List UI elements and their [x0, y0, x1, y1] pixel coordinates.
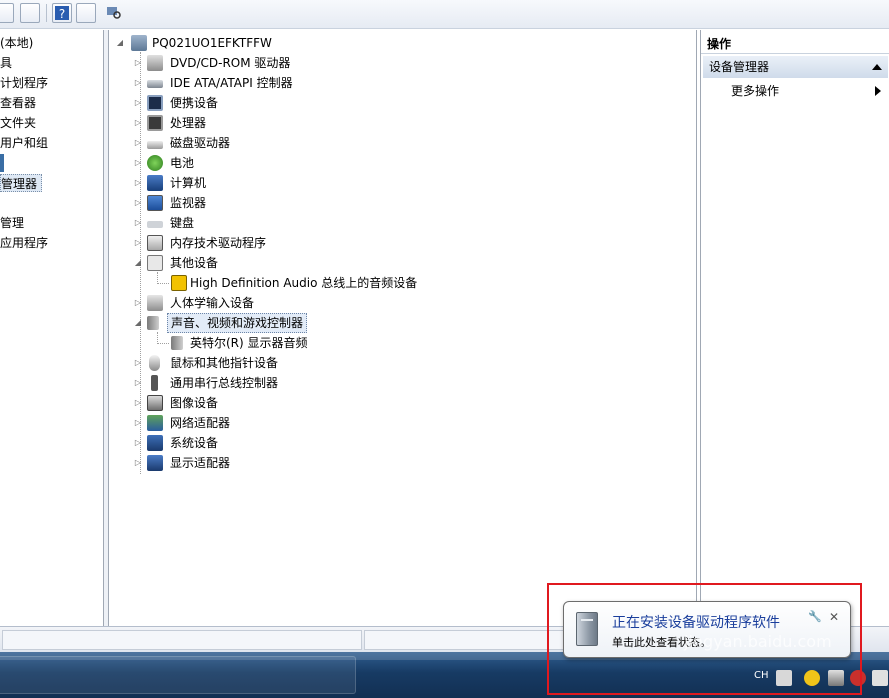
back-button[interactable]	[0, 3, 14, 23]
left-item-event-viewer[interactable]: 查看器	[0, 94, 36, 112]
expand-arrow-icon[interactable]: ▷	[133, 213, 143, 233]
computer-icon	[147, 175, 163, 191]
tree-node-label: 通用串行总线控制器	[170, 376, 279, 390]
tree-node-label: 监视器	[170, 196, 207, 210]
left-item-device-manager[interactable]: 管理器	[0, 174, 42, 192]
left-item-task-scheduler[interactable]: 计划程序	[0, 74, 48, 92]
expand-arrow-icon[interactable]: ▷	[133, 133, 143, 153]
properties-button[interactable]	[20, 3, 40, 23]
hid-icon	[147, 295, 163, 311]
keyboard-icon	[147, 221, 163, 228]
warning-device-icon	[171, 275, 187, 291]
processor-icon	[147, 115, 163, 131]
help-button[interactable]: ?	[52, 3, 72, 23]
collapse-arrow-icon[interactable]: ◢	[115, 33, 125, 53]
expand-arrow-icon[interactable]: ▷	[133, 53, 143, 73]
status-cell	[2, 630, 362, 650]
taskbar-app-button[interactable]	[0, 656, 356, 694]
left-item-disk-management[interactable]: 管理	[0, 214, 24, 232]
tree-node-label: 键盘	[170, 216, 195, 230]
expand-arrow-icon[interactable]: ▷	[133, 413, 143, 433]
speaker-icon	[171, 336, 183, 350]
tree-node-label: 鼠标和其他指针设备	[170, 356, 279, 370]
display-adapter-icon	[147, 455, 163, 471]
expand-arrow-icon[interactable]: ▷	[133, 73, 143, 93]
ide-controller-icon	[147, 80, 163, 88]
network-tray-icon[interactable]	[872, 670, 888, 686]
device-tree-pane: ◢ PQ021UO1EFKTFFW ▷ DVD/CD-ROM 驱动器 ▷ IDE…	[108, 30, 697, 626]
expand-arrow-icon[interactable]: ▷	[133, 433, 143, 453]
left-item-performance[interactable]	[0, 154, 4, 172]
computer-icon	[131, 35, 147, 51]
tree-node-label: 系统设备	[170, 436, 219, 450]
tree-node-label: 声音、视频和游戏控制器	[167, 313, 308, 333]
camera-icon	[147, 395, 163, 411]
mouse-icon	[149, 355, 160, 371]
scan-hardware-button[interactable]	[104, 3, 124, 23]
tree-node-label: 显示适配器	[170, 456, 231, 470]
collapse-arrow-icon[interactable]: ◢	[133, 313, 143, 333]
collapse-up-icon[interactable]	[872, 64, 882, 70]
highlight-box	[547, 583, 862, 695]
actions-pane: 操作 设备管理器 更多操作	[700, 30, 889, 626]
svg-text:?: ?	[59, 7, 65, 21]
console-tree-pane: (本地) 具 计划程序 查看器 文件夹 用户和组 管理器 管理 应用程序	[0, 30, 104, 626]
expand-arrow-icon[interactable]: ▷	[133, 173, 143, 193]
left-item-shared-folders[interactable]: 文件夹	[0, 114, 36, 132]
disk-drive-icon	[147, 141, 163, 149]
memory-icon	[147, 235, 163, 251]
tree-node-label: 英特尔(R) 显示器音频	[190, 336, 308, 350]
scan-hardware-icon	[107, 7, 121, 19]
tree-node-label: 便携设备	[170, 96, 219, 110]
tree-node-label: IDE ATA/ATAPI 控制器	[170, 76, 293, 90]
tree-guide	[157, 283, 169, 284]
collapse-arrow-icon[interactable]: ◢	[133, 253, 143, 273]
expand-arrow-icon[interactable]: ▷	[133, 373, 143, 393]
battery-icon	[147, 155, 163, 171]
help-icon: ?	[55, 6, 69, 21]
speaker-icon	[147, 316, 159, 330]
left-item-local[interactable]: (本地)	[0, 34, 33, 52]
portable-device-icon	[147, 95, 163, 111]
left-item-tools[interactable]: 具	[0, 54, 12, 72]
tree-node-label: 其他设备	[170, 256, 219, 270]
tree-root-label: PQ021UO1EFKTFFW	[152, 36, 272, 50]
expand-arrow-icon[interactable]: ▷	[133, 233, 143, 253]
actions-section-device-manager[interactable]: 设备管理器	[703, 56, 888, 78]
tree-node-label: 网络适配器	[170, 416, 231, 430]
tree-node-label: DVD/CD-ROM 驱动器	[170, 56, 291, 70]
tree-node-label: 计算机	[170, 176, 207, 190]
actions-section-label: 设备管理器	[709, 60, 770, 74]
toolbar: ?	[0, 0, 889, 29]
usb-icon	[151, 375, 158, 391]
tree-node-label: High Definition Audio 总线上的音频设备	[190, 276, 418, 290]
tree-node-label: 内存技术驱动程序	[170, 236, 267, 250]
more-actions-item[interactable]: 更多操作	[731, 82, 779, 100]
unknown-device-icon	[147, 255, 163, 271]
expand-arrow-icon[interactable]: ▷	[133, 153, 143, 173]
left-item-services-apps[interactable]: 应用程序	[0, 234, 48, 252]
expand-arrow-icon[interactable]: ▷	[133, 113, 143, 133]
tree-node-label: 磁盘驱动器	[170, 136, 231, 150]
show-hide-console-button[interactable]	[76, 3, 96, 23]
tree-guide	[157, 343, 169, 344]
tree-node-label: 人体学输入设备	[170, 296, 255, 310]
dvd-drive-icon	[147, 55, 163, 71]
expand-arrow-icon[interactable]: ▷	[133, 453, 143, 473]
expand-arrow-icon[interactable]: ▷	[133, 393, 143, 413]
tree-node-label: 处理器	[170, 116, 207, 130]
expand-arrow-icon[interactable]: ▷	[133, 193, 143, 213]
monitor-icon	[147, 195, 163, 211]
expand-arrow-icon[interactable]: ▷	[133, 293, 143, 313]
tree-node-label: 图像设备	[170, 396, 219, 410]
actions-header: 操作	[701, 34, 889, 54]
left-item-users-groups[interactable]: 用户和组	[0, 134, 48, 152]
toolbar-separator	[46, 4, 47, 22]
expand-arrow-icon[interactable]: ▷	[133, 353, 143, 373]
system-device-icon	[147, 435, 163, 451]
network-adapter-icon	[147, 415, 163, 431]
submenu-arrow-icon	[875, 86, 881, 96]
expand-arrow-icon[interactable]: ▷	[133, 93, 143, 113]
tree-node-label: 电池	[170, 156, 195, 170]
